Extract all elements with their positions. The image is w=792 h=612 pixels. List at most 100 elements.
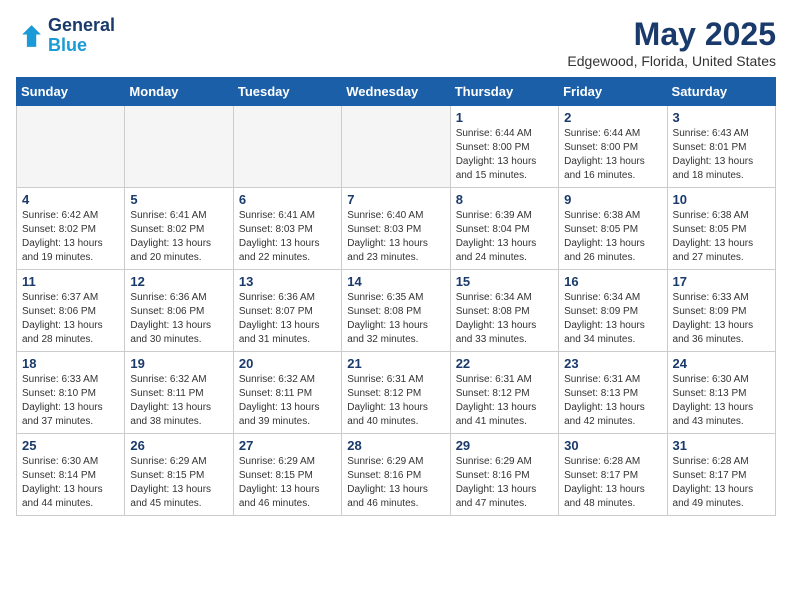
calendar-cell: 26 Sunrise: 6:29 AM Sunset: 8:15 PM Dayli… (125, 434, 233, 516)
day-info: Sunrise: 6:33 AM Sunset: 8:10 PM Dayligh… (22, 373, 119, 429)
calendar-cell: 10 Sunrise: 6:38 AM Sunset: 8:05 PM Dayli… (667, 188, 775, 270)
calendar-cell: 22 Sunrise: 6:31 AM Sunset: 8:12 PM Dayli… (450, 352, 558, 434)
day-info: Sunrise: 6:41 AM Sunset: 8:02 PM Dayligh… (130, 209, 227, 265)
calendar-week-row: 18 Sunrise: 6:33 AM Sunset: 8:10 PM Dayli… (17, 352, 776, 434)
header: General Blue May 2025 Edgewood, Florida,… (16, 16, 776, 69)
day-info: Sunrise: 6:36 AM Sunset: 8:07 PM Dayligh… (239, 291, 336, 347)
day-info: Sunrise: 6:28 AM Sunset: 8:17 PM Dayligh… (673, 455, 770, 511)
calendar-cell: 20 Sunrise: 6:32 AM Sunset: 8:11 PM Dayli… (233, 352, 341, 434)
logo-icon (16, 22, 44, 50)
day-info: Sunrise: 6:43 AM Sunset: 8:01 PM Dayligh… (673, 127, 770, 183)
calendar-cell: 6Sunrise: 6:41 AM Sunset: 8:03 PM Daylig… (233, 188, 341, 270)
calendar-cell: 30Sunrise: 6:28 AM Sunset: 8:17 PM Dayli… (559, 434, 667, 516)
calendar-cell: 11 Sunrise: 6:37 AM Sunset: 8:06 PM Dayli… (17, 270, 125, 352)
day-number: 21 (347, 356, 444, 371)
day-info: Sunrise: 6:32 AM Sunset: 8:11 PM Dayligh… (239, 373, 336, 429)
day-info: Sunrise: 6:34 AM Sunset: 8:09 PM Dayligh… (564, 291, 661, 347)
calendar-week-row: 1 Sunrise: 6:44 AM Sunset: 8:00 PM Daylig… (17, 106, 776, 188)
day-number: 29 (456, 438, 553, 453)
day-number: 1 (456, 110, 553, 125)
calendar-cell: 24 Sunrise: 6:30 AM Sunset: 8:13 PM Dayli… (667, 352, 775, 434)
logo: General Blue (16, 16, 115, 56)
calendar-cell (342, 106, 450, 188)
calendar-cell: 2 Sunrise: 6:44 AM Sunset: 8:00 PM Daylig… (559, 106, 667, 188)
calendar-cell: 23Sunrise: 6:31 AM Sunset: 8:13 PM Dayli… (559, 352, 667, 434)
calendar-cell: 9 Sunrise: 6:38 AM Sunset: 8:05 PM Daylig… (559, 188, 667, 270)
day-number: 20 (239, 356, 336, 371)
calendar-cell: 15 Sunrise: 6:34 AM Sunset: 8:08 PM Dayli… (450, 270, 558, 352)
calendar-header-monday: Monday (125, 78, 233, 106)
calendar-header-wednesday: Wednesday (342, 78, 450, 106)
day-number: 28 (347, 438, 444, 453)
day-info: Sunrise: 6:29 AM Sunset: 8:16 PM Dayligh… (456, 455, 553, 511)
day-number: 13 (239, 274, 336, 289)
calendar-week-row: 4Sunrise: 6:42 AM Sunset: 8:02 PM Daylig… (17, 188, 776, 270)
day-info: Sunrise: 6:44 AM Sunset: 8:00 PM Dayligh… (456, 127, 553, 183)
calendar-cell: 18 Sunrise: 6:33 AM Sunset: 8:10 PM Dayli… (17, 352, 125, 434)
day-number: 25 (22, 438, 119, 453)
calendar-cell: 4Sunrise: 6:42 AM Sunset: 8:02 PM Daylig… (17, 188, 125, 270)
day-number: 31 (673, 438, 770, 453)
day-info: Sunrise: 6:29 AM Sunset: 8:15 PM Dayligh… (130, 455, 227, 511)
day-number: 10 (673, 192, 770, 207)
calendar-cell: 27Sunrise: 6:29 AM Sunset: 8:15 PM Dayli… (233, 434, 341, 516)
calendar-header-tuesday: Tuesday (233, 78, 341, 106)
calendar-header-saturday: Saturday (667, 78, 775, 106)
day-number: 26 (130, 438, 227, 453)
day-number: 2 (564, 110, 661, 125)
day-number: 17 (673, 274, 770, 289)
day-info: Sunrise: 6:42 AM Sunset: 8:02 PM Dayligh… (22, 209, 119, 265)
day-number: 22 (456, 356, 553, 371)
day-info: Sunrise: 6:38 AM Sunset: 8:05 PM Dayligh… (564, 209, 661, 265)
day-info: Sunrise: 6:41 AM Sunset: 8:03 PM Dayligh… (239, 209, 336, 265)
calendar-cell: 8 Sunrise: 6:39 AM Sunset: 8:04 PM Daylig… (450, 188, 558, 270)
day-number: 9 (564, 192, 661, 207)
day-number: 14 (347, 274, 444, 289)
calendar-cell: 13 Sunrise: 6:36 AM Sunset: 8:07 PM Dayli… (233, 270, 341, 352)
calendar-header-thursday: Thursday (450, 78, 558, 106)
calendar-header-sunday: Sunday (17, 78, 125, 106)
day-number: 7 (347, 192, 444, 207)
day-info: Sunrise: 6:29 AM Sunset: 8:16 PM Dayligh… (347, 455, 444, 511)
title-block: May 2025 Edgewood, Florida, United State… (567, 16, 776, 69)
day-info: Sunrise: 6:34 AM Sunset: 8:08 PM Dayligh… (456, 291, 553, 347)
day-number: 24 (673, 356, 770, 371)
day-info: Sunrise: 6:28 AM Sunset: 8:17 PM Dayligh… (564, 455, 661, 511)
calendar-cell: 28 Sunrise: 6:29 AM Sunset: 8:16 PM Dayli… (342, 434, 450, 516)
calendar-title: May 2025 (567, 16, 776, 53)
day-number: 15 (456, 274, 553, 289)
calendar-header-row: SundayMondayTuesdayWednesdayThursdayFrid… (17, 78, 776, 106)
calendar-cell: 21 Sunrise: 6:31 AM Sunset: 8:12 PM Dayli… (342, 352, 450, 434)
day-info: Sunrise: 6:37 AM Sunset: 8:06 PM Dayligh… (22, 291, 119, 347)
day-number: 23 (564, 356, 661, 371)
day-number: 5 (130, 192, 227, 207)
calendar-cell: 25 Sunrise: 6:30 AM Sunset: 8:14 PM Dayli… (17, 434, 125, 516)
day-info: Sunrise: 6:29 AM Sunset: 8:15 PM Dayligh… (239, 455, 336, 511)
day-number: 8 (456, 192, 553, 207)
day-info: Sunrise: 6:30 AM Sunset: 8:13 PM Dayligh… (673, 373, 770, 429)
day-info: Sunrise: 6:44 AM Sunset: 8:00 PM Dayligh… (564, 127, 661, 183)
day-number: 3 (673, 110, 770, 125)
day-info: Sunrise: 6:40 AM Sunset: 8:03 PM Dayligh… (347, 209, 444, 265)
calendar-cell: 29 Sunrise: 6:29 AM Sunset: 8:16 PM Dayli… (450, 434, 558, 516)
calendar-cell: 16Sunrise: 6:34 AM Sunset: 8:09 PM Dayli… (559, 270, 667, 352)
day-info: Sunrise: 6:30 AM Sunset: 8:14 PM Dayligh… (22, 455, 119, 511)
calendar-cell: 17 Sunrise: 6:33 AM Sunset: 8:09 PM Dayli… (667, 270, 775, 352)
calendar-cell: 14Sunrise: 6:35 AM Sunset: 8:08 PM Dayli… (342, 270, 450, 352)
calendar-week-row: 25 Sunrise: 6:30 AM Sunset: 8:14 PM Dayli… (17, 434, 776, 516)
day-info: Sunrise: 6:31 AM Sunset: 8:12 PM Dayligh… (347, 373, 444, 429)
day-number: 18 (22, 356, 119, 371)
logo-text-blue: Blue (48, 36, 115, 56)
day-number: 11 (22, 274, 119, 289)
day-info: Sunrise: 6:33 AM Sunset: 8:09 PM Dayligh… (673, 291, 770, 347)
day-info: Sunrise: 6:38 AM Sunset: 8:05 PM Dayligh… (673, 209, 770, 265)
day-info: Sunrise: 6:36 AM Sunset: 8:06 PM Dayligh… (130, 291, 227, 347)
day-info: Sunrise: 6:39 AM Sunset: 8:04 PM Dayligh… (456, 209, 553, 265)
day-info: Sunrise: 6:32 AM Sunset: 8:11 PM Dayligh… (130, 373, 227, 429)
calendar-cell: 3 Sunrise: 6:43 AM Sunset: 8:01 PM Daylig… (667, 106, 775, 188)
day-info: Sunrise: 6:31 AM Sunset: 8:12 PM Dayligh… (456, 373, 553, 429)
day-number: 12 (130, 274, 227, 289)
calendar-header-friday: Friday (559, 78, 667, 106)
calendar-cell (125, 106, 233, 188)
calendar-cell: 1 Sunrise: 6:44 AM Sunset: 8:00 PM Daylig… (450, 106, 558, 188)
